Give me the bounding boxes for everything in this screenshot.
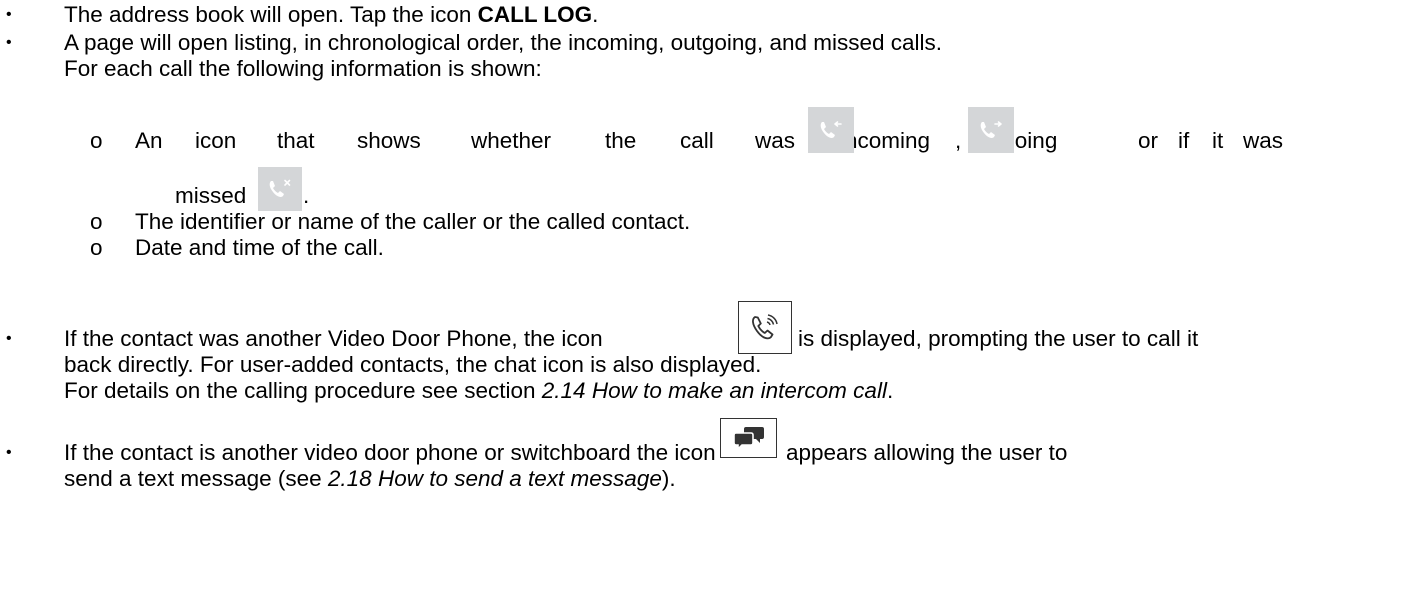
callback-note: back directly. For user-added contacts, … [64, 352, 762, 377]
ref-text: send a text message (see [64, 466, 328, 491]
call-incoming-icon [808, 107, 854, 153]
section-ref-link: 2.18 How to send a text message [327, 466, 662, 491]
punctuation: . [592, 2, 599, 27]
word: call [680, 128, 714, 153]
video-door-phone-text-end: is displayed, prompting the user to call… [798, 326, 1199, 351]
instruction-line-1: The address book will open. Tap the icon… [64, 2, 598, 28]
word: whether [471, 128, 552, 153]
bullet-point: • [6, 330, 12, 347]
word: or [1138, 128, 1159, 153]
chat-icon [720, 418, 777, 458]
punctuation: . [886, 378, 894, 403]
instruction-text: The address book will open. Tap the icon [64, 2, 478, 27]
caller-identifier-line: The identifier or name of the caller or … [135, 209, 691, 234]
word: icon [195, 128, 237, 153]
call-missed-icon [258, 167, 302, 211]
word: shows [357, 128, 421, 153]
bullet-point: • [6, 6, 12, 23]
word: if [1178, 128, 1190, 153]
call-log-label: CALL LOG [477, 2, 593, 27]
punctuation: ). [661, 466, 676, 491]
word: An [135, 128, 163, 153]
bullet-point: • [6, 34, 12, 51]
call-outgoing-icon [968, 107, 1014, 153]
word: was [1243, 128, 1284, 153]
punctuation: , [955, 128, 962, 153]
word: the [605, 128, 637, 153]
word: it [1212, 128, 1224, 153]
calling-procedure-ref: For details on the calling procedure see… [64, 378, 893, 404]
text-message-ref: send a text message (see 2.18 How to sen… [64, 466, 676, 492]
sub-bullet: o [90, 128, 103, 153]
ref-text: For details on the calling procedure see… [64, 378, 542, 403]
punctuation: . [303, 183, 310, 208]
instruction-line-2: A page will open listing, in chronologic… [64, 30, 943, 55]
instruction-line-3: For each call the following information … [64, 56, 542, 81]
sub-bullet: o [90, 235, 103, 260]
word: was [755, 128, 796, 153]
bullet-point: • [6, 444, 12, 461]
missed-label: missed [175, 183, 247, 208]
section-ref-link: 2.14 How to make an intercom call [541, 378, 887, 403]
chat-icon-text: If the contact is another video door pho… [64, 440, 716, 465]
chat-icon-text-end: appears allowing the user to [786, 440, 1068, 465]
sub-bullet: o [90, 209, 103, 234]
word: that [277, 128, 315, 153]
video-door-phone-call-icon [738, 301, 792, 354]
date-time-line: Date and time of the call. [135, 235, 384, 260]
video-door-phone-text: If the contact was another Video Door Ph… [64, 326, 603, 351]
